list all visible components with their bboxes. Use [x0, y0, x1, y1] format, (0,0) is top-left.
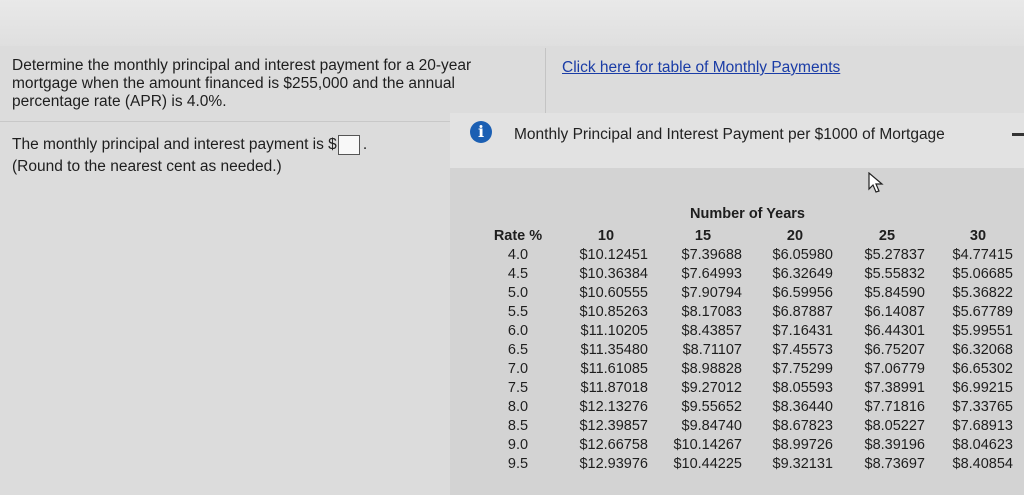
rate-cell: 4.0: [507, 247, 529, 263]
mouse-cursor-icon: [868, 172, 884, 193]
years-header: 25: [878, 228, 896, 244]
payment-cell: $10.60555: [579, 285, 648, 301]
payment-cell: $8.98828: [681, 361, 742, 377]
payment-cell: $7.68913: [952, 418, 1013, 434]
payment-cell: $12.66758: [579, 437, 648, 453]
payment-cell: $7.16431: [772, 323, 833, 339]
payment-cell: $8.17083: [681, 304, 742, 320]
payment-cell: $8.05593: [772, 380, 833, 396]
payment-cell: $6.99215: [952, 380, 1013, 396]
payment-cell: $6.87887: [772, 304, 833, 320]
rate-cell: 4.5: [507, 266, 529, 282]
years-column-15: 15 $7.39688 $7.64993 $7.90794 $8.17083 $8.438…: [664, 227, 742, 474]
payment-cell: $8.73697: [864, 456, 925, 472]
years-header: 10: [597, 228, 615, 244]
answer-input[interactable]: [337, 135, 360, 155]
payment-cell: $6.32068: [952, 342, 1013, 358]
payment-cell: $7.39688: [681, 247, 742, 263]
payment-cell: $8.67823: [772, 418, 833, 434]
years-header: 15: [694, 228, 712, 244]
payment-cell: $5.67789: [952, 304, 1013, 320]
payment-cell: $6.59956: [772, 285, 833, 301]
years-header: 20: [786, 228, 804, 244]
payment-cell: $5.06685: [952, 266, 1013, 282]
rounding-hint: (Round to the nearest cent as needed.): [12, 158, 282, 175]
payment-cell: $5.36822: [952, 285, 1013, 301]
payment-cell: $6.65302: [952, 361, 1013, 377]
payment-cell: $11.61085: [580, 361, 648, 377]
payment-cell: $10.12451: [579, 247, 648, 263]
payment-cell: $7.90794: [681, 285, 742, 301]
rate-cell: 5.5: [507, 304, 529, 320]
payment-cell: $7.75299: [772, 361, 833, 377]
payment-cell: $10.36384: [579, 266, 648, 282]
payment-cell: $9.84740: [681, 418, 742, 434]
payment-cell: $9.32131: [772, 456, 833, 472]
payment-cell: $9.27012: [681, 380, 742, 396]
payment-cell: $8.04623: [952, 437, 1013, 453]
payment-cell: $6.44301: [864, 323, 925, 339]
payment-cell: $12.93976: [579, 456, 648, 472]
rate-cell: 7.0: [507, 361, 529, 377]
payment-cell: $5.84590: [864, 285, 925, 301]
payment-cell: $12.39857: [579, 418, 648, 434]
payment-cell: $4.77415: [952, 247, 1013, 263]
answer-suffix: .: [362, 136, 368, 153]
years-column-25: 25 $5.27837 $5.55832 $5.84590 $6.14087 $6.443…: [849, 227, 925, 474]
payment-cell: $8.71107: [682, 342, 742, 358]
rate-cell: 5.0: [507, 285, 529, 301]
minimize-icon[interactable]: [1012, 133, 1024, 136]
payment-cell: $6.32649: [772, 266, 833, 282]
payment-cell: $8.99726: [772, 437, 833, 453]
payment-cell: $8.40854: [952, 456, 1013, 472]
info-icon: i: [470, 121, 492, 143]
rate-header: Rate %: [493, 228, 543, 244]
answer-area: The monthly principal and interest payme…: [12, 134, 442, 178]
payment-cell: $7.64993: [681, 266, 742, 282]
payment-cell: $5.27837: [864, 247, 925, 263]
rate-cell: 7.5: [507, 380, 529, 396]
payment-cell: $7.06779: [864, 361, 925, 377]
rate-cell: 9.5: [507, 456, 529, 472]
rate-cell: 8.5: [507, 418, 529, 434]
rate-column: Rate % 4.0 4.5 5.0 5.5 6.0 6.5 7.0 7.5 8.0 8.5 9.0 9…: [488, 227, 548, 474]
payment-cell: $11.35480: [580, 342, 648, 358]
payment-cell: $10.85263: [579, 304, 648, 320]
payment-cell: $8.39196: [864, 437, 925, 453]
payment-cell: $12.13276: [579, 399, 648, 415]
years-column-30: 30 $4.77415 $5.06685 $5.36822 $5.67789 $5.995…: [943, 227, 1013, 474]
payment-cell: $6.75207: [864, 342, 925, 358]
payment-cell: $11.10205: [580, 323, 648, 339]
years-group-header: Number of Years: [690, 206, 805, 222]
answer-prompt: The monthly principal and interest payme…: [12, 136, 337, 153]
payment-cell: $6.14087: [864, 304, 925, 320]
payment-cell: $8.36440: [772, 399, 833, 415]
payment-cell: $5.55832: [864, 266, 925, 282]
payment-cell: $10.14267: [673, 437, 742, 453]
years-header: 30: [969, 228, 987, 244]
rate-cell: 8.0: [507, 399, 529, 415]
rate-cell: 9.0: [507, 437, 529, 453]
divider: [545, 48, 546, 120]
payment-cell: $7.71816: [864, 399, 925, 415]
question-text: Determine the monthly principal and inte…: [12, 57, 472, 110]
payment-cell: $10.44225: [673, 456, 742, 472]
years-column-20: 20 $6.05980 $6.32649 $6.59956 $6.87887 $7.164…: [757, 227, 833, 474]
rate-cell: 6.5: [507, 342, 529, 358]
rate-cell: 6.0: [507, 323, 529, 339]
payment-cell: $8.05227: [864, 418, 925, 434]
payment-cell: $6.05980: [772, 247, 833, 263]
divider: [0, 121, 450, 122]
payment-cell: $7.45573: [772, 342, 833, 358]
top-toolbar: [0, 0, 1024, 46]
payment-cell: $9.55652: [681, 399, 742, 415]
payment-cell: $7.33765: [952, 399, 1013, 415]
payment-cell: $8.43857: [681, 323, 742, 339]
popup-title: Monthly Principal and Interest Payment p…: [514, 126, 945, 143]
payment-cell: $7.38991: [864, 380, 925, 396]
monthly-payments-table-link[interactable]: Click here for table of Monthly Payments: [562, 59, 840, 77]
payment-cell: $5.99551: [952, 323, 1013, 339]
years-column-10: 10 $10.12451 $10.36384 $10.60555 $10.85263 $1…: [564, 227, 648, 474]
payment-cell: $11.87018: [580, 380, 648, 396]
